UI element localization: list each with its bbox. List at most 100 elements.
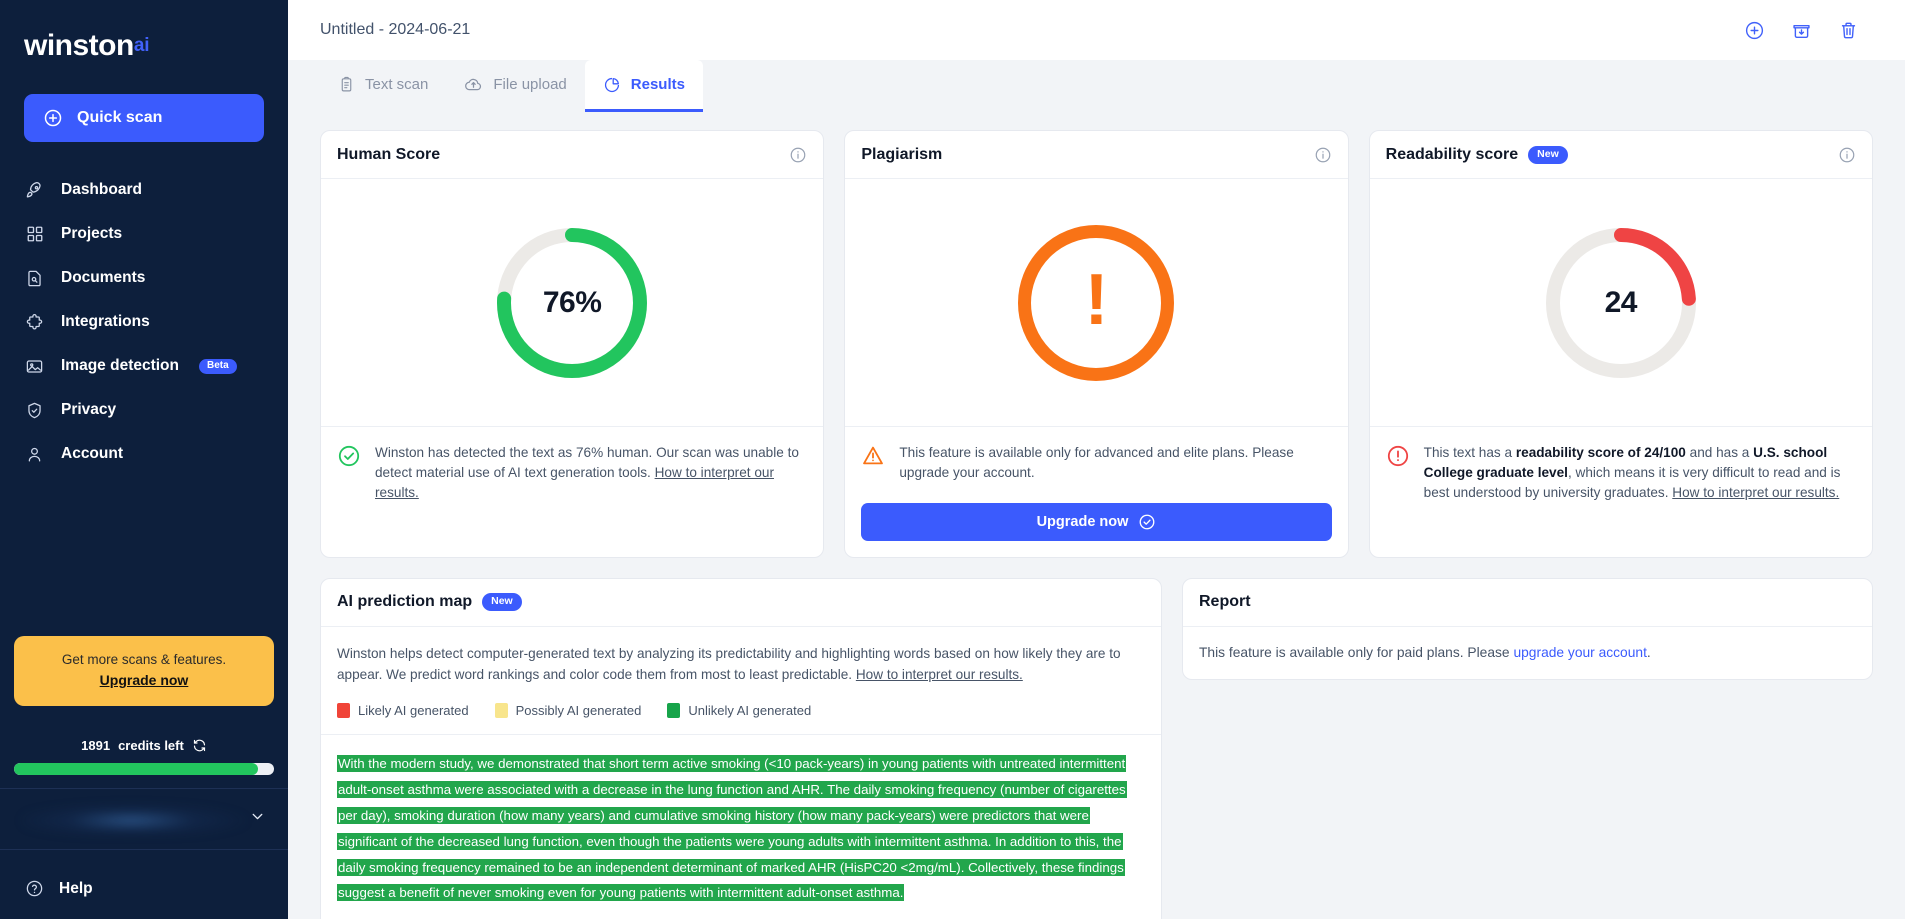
ai-prediction-map-card: AI prediction map New Winston helps dete… — [320, 578, 1162, 919]
card-header: Readability score New — [1370, 131, 1872, 179]
card-title: Readability score — [1386, 146, 1519, 164]
interpret-results-link[interactable]: How to interpret our results. — [1672, 485, 1839, 500]
sidebar-item-projects[interactable]: Projects — [0, 212, 288, 256]
document-title[interactable]: Untitled - 2024-06-21 — [320, 21, 470, 39]
user-profile-name-redacted — [22, 804, 249, 834]
legend-swatch — [667, 703, 680, 718]
sidebar: winstonai Quick scan Dashboard Projects — [0, 0, 288, 919]
tab-text-scan[interactable]: Text scan — [320, 60, 446, 112]
legend-swatch — [495, 703, 508, 718]
legend-swatch — [337, 703, 350, 718]
human-score-donut: 76% — [492, 223, 652, 383]
credits-row: 1891 credits left — [14, 738, 274, 753]
sidebar-item-label: Projects — [61, 225, 122, 243]
score-cards-row: Human Score 76% — [320, 130, 1873, 557]
legend-item-possibly: Possibly AI generated — [495, 703, 642, 718]
report-text: This feature is available only for paid … — [1199, 645, 1513, 660]
plagiarism-description: This feature is available only for advan… — [899, 443, 1331, 482]
help-label: Help — [59, 880, 93, 898]
credits-section: 1891 credits left — [14, 738, 274, 775]
image-icon — [24, 356, 45, 377]
pie-chart-icon — [603, 76, 621, 94]
upgrade-now-button[interactable]: Upgrade now — [861, 503, 1331, 541]
check-circle-icon — [337, 444, 361, 468]
plagiarism-card: Plagiarism ! This feat — [844, 130, 1348, 557]
human-score-gauge-area: 76% — [321, 179, 823, 427]
legend-label: Unlikely AI generated — [688, 703, 811, 718]
human-score-value: 76% — [492, 223, 652, 383]
readability-footer: This text has a readability score of 24/… — [1370, 427, 1872, 520]
lower-cards-row: AI prediction map New Winston helps dete… — [320, 578, 1873, 919]
tab-label: File upload — [493, 76, 566, 93]
prediction-map-legend: Likely AI generated Possibly AI generate… — [337, 703, 1145, 718]
promo-upgrade-link[interactable]: Upgrade now — [100, 672, 189, 688]
chevron-down-icon[interactable] — [249, 808, 266, 830]
card-title: AI prediction map — [337, 593, 472, 611]
upgrade-now-label: Upgrade now — [1037, 514, 1129, 530]
document-search-icon — [24, 268, 45, 289]
sidebar-item-label: Integrations — [61, 313, 150, 331]
report-text-end: . — [1647, 645, 1651, 660]
legend-item-likely: Likely AI generated — [337, 703, 469, 718]
download-box-icon[interactable] — [1791, 20, 1812, 41]
info-icon[interactable] — [1838, 146, 1856, 164]
main-area: Untitled - 2024-06-21 Text scan — [288, 0, 1905, 919]
upgrade-account-link[interactable]: upgrade your account — [1513, 645, 1646, 660]
card-title: Human Score — [337, 146, 440, 164]
upgrade-promo-card: Get more scans & features. Upgrade now — [14, 636, 274, 706]
credits-progress-fill — [14, 763, 258, 775]
card-header: Plagiarism — [845, 131, 1347, 179]
readability-description: This text has a readability score of 24/… — [1424, 443, 1856, 502]
interpret-results-link[interactable]: How to interpret our results. — [856, 667, 1023, 682]
info-icon[interactable] — [789, 146, 807, 164]
human-score-card: Human Score 76% — [320, 130, 824, 557]
readability-prefix: This text has a — [1424, 445, 1516, 460]
sidebar-item-dashboard[interactable]: Dashboard — [0, 168, 288, 212]
question-circle-icon — [24, 878, 45, 899]
sidebar-item-label: Documents — [61, 269, 145, 287]
plagiarism-status-area: ! — [845, 179, 1347, 427]
plus-circle-icon[interactable] — [1744, 20, 1765, 41]
credits-progress-bar — [14, 763, 274, 775]
plagiarism-footer: This feature is available only for advan… — [845, 427, 1347, 500]
tab-label: Results — [631, 76, 685, 93]
user-icon — [24, 444, 45, 465]
card-title: Report — [1199, 593, 1251, 611]
readability-bold-score: readability score of 24/100 — [1516, 445, 1686, 460]
readability-score-card: Readability score New 24 — [1369, 130, 1873, 557]
cloud-upload-icon — [464, 75, 483, 94]
human-score-description: Winston has detected the text as 76% hum… — [375, 443, 807, 502]
card-header: Human Score — [321, 131, 823, 179]
sidebar-item-account[interactable]: Account — [0, 432, 288, 476]
sidebar-item-label: Account — [61, 445, 123, 463]
app-root: winstonai Quick scan Dashboard Projects — [0, 0, 1905, 919]
quick-scan-button[interactable]: Quick scan — [24, 94, 264, 142]
credits-count: 1891 — [81, 738, 110, 753]
quick-scan-label: Quick scan — [77, 109, 162, 127]
topbar: Untitled - 2024-06-21 — [288, 0, 1905, 60]
sidebar-item-integrations[interactable]: Integrations — [0, 300, 288, 344]
rocket-icon — [24, 180, 45, 201]
prediction-map-body: Winston helps detect computer-generated … — [321, 627, 1161, 718]
tab-results[interactable]: Results — [585, 60, 703, 112]
readability-gauge-area: 24 — [1370, 179, 1872, 427]
card-title: Plagiarism — [861, 146, 942, 164]
info-icon[interactable] — [1314, 146, 1332, 164]
sidebar-item-label: Image detection — [61, 357, 179, 375]
puzzle-icon — [24, 312, 45, 333]
sidebar-item-privacy[interactable]: Privacy — [0, 388, 288, 432]
sidebar-item-image-detection[interactable]: Image detection Beta — [0, 344, 288, 388]
grid-icon — [24, 224, 45, 245]
tab-label: Text scan — [365, 76, 428, 93]
topbar-actions — [1744, 20, 1859, 41]
tab-file-upload[interactable]: File upload — [446, 60, 584, 112]
trash-icon[interactable] — [1838, 20, 1859, 41]
card-header: Report — [1183, 579, 1872, 627]
user-profile-row[interactable] — [0, 788, 288, 850]
refresh-icon[interactable] — [192, 738, 207, 753]
sidebar-item-documents[interactable]: Documents — [0, 256, 288, 300]
exclamation-glyph: ! — [1084, 264, 1108, 336]
help-button[interactable]: Help — [0, 858, 288, 919]
brand-logo[interactable]: winstonai — [0, 0, 288, 72]
shield-check-icon — [24, 400, 45, 421]
